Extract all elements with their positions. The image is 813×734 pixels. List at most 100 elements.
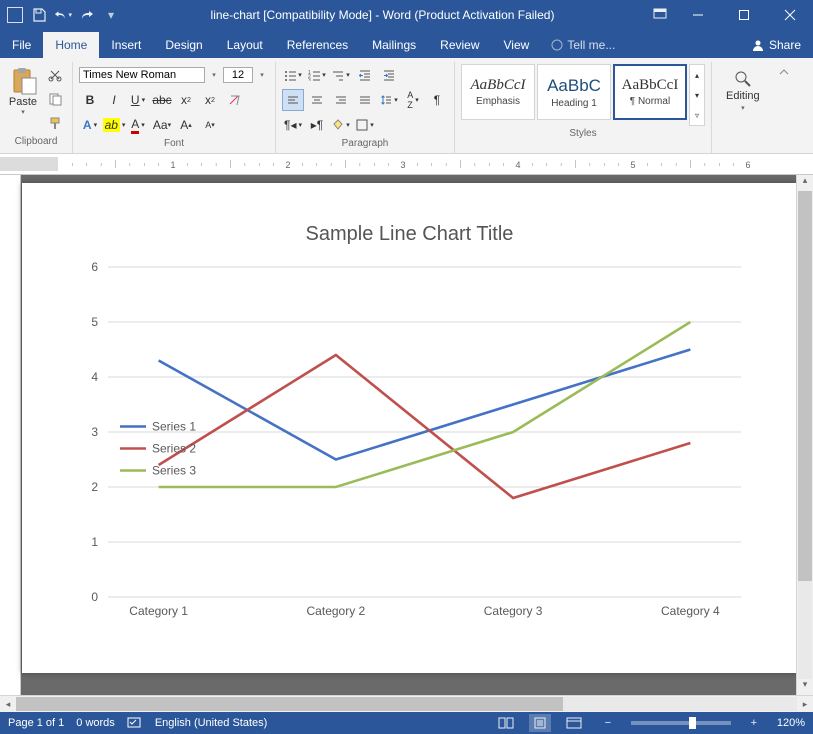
line-spacing-button[interactable] [378, 89, 400, 111]
font-size-drop[interactable]: ▾ [255, 64, 269, 86]
tab-layout[interactable]: Layout [215, 32, 275, 58]
minimize-button[interactable] [675, 0, 721, 30]
ruler-vertical[interactable] [0, 175, 21, 695]
zoom-thumb[interactable] [689, 717, 696, 729]
view-print-icon[interactable] [529, 714, 551, 732]
editing-label[interactable]: Editing [726, 90, 760, 102]
underline-button[interactable]: U [127, 89, 149, 111]
scroll-thumb-h[interactable] [16, 697, 563, 711]
ruler-horizontal[interactable]: 123456 [0, 154, 813, 175]
ltr-button[interactable]: ¶◂ [282, 114, 304, 136]
chart[interactable]: Sample Line Chart Title 0123456Category … [58, 223, 761, 643]
status-spellcheck-icon[interactable] [127, 717, 143, 729]
style-heading1[interactable]: AaBbC Heading 1 [537, 64, 611, 120]
font-name-input[interactable] [79, 67, 205, 83]
bold-button[interactable]: B [79, 89, 101, 111]
maximize-button[interactable] [721, 0, 767, 30]
zoom-out-button[interactable]: − [597, 714, 619, 732]
redo-icon[interactable] [78, 6, 96, 24]
format-painter-button[interactable] [44, 112, 66, 134]
tab-references[interactable]: References [275, 32, 360, 58]
svg-text:Category 2: Category 2 [307, 604, 366, 618]
find-icon [734, 70, 752, 88]
styles-more[interactable]: ▿ [690, 105, 704, 125]
share-button[interactable]: Share [739, 32, 813, 58]
chart-plot: 0123456Category 1Category 2Category 3Cat… [58, 257, 761, 637]
tab-view[interactable]: View [492, 32, 542, 58]
rtl-button[interactable]: ▸¶ [306, 114, 328, 136]
svg-text:6: 6 [91, 260, 98, 274]
multilevel-button[interactable] [330, 64, 352, 86]
clear-format-button[interactable] [223, 89, 245, 111]
outdent-button[interactable] [354, 64, 376, 86]
bullets-button[interactable] [282, 64, 304, 86]
zoom-in-button[interactable]: + [743, 714, 765, 732]
tab-file[interactable]: File [0, 32, 43, 58]
highlight-button[interactable]: ab [103, 114, 125, 136]
tab-mailings[interactable]: Mailings [360, 32, 428, 58]
subscript-button[interactable]: x2 [175, 89, 197, 111]
view-read-icon[interactable] [495, 714, 517, 732]
styles-label: Styles [569, 126, 596, 141]
tab-home[interactable]: Home [43, 32, 99, 58]
tab-review[interactable]: Review [428, 32, 491, 58]
tell-me[interactable]: Tell me... [541, 32, 625, 58]
tab-insert[interactable]: Insert [99, 32, 153, 58]
show-marks-button[interactable]: ¶ [426, 89, 448, 111]
document-page[interactable]: Sample Line Chart Title 0123456Category … [22, 183, 797, 673]
ribbon: Paste ▾ Clipboard ▾ ▾ B I U abc [0, 58, 813, 154]
justify-button[interactable] [354, 89, 376, 111]
italic-button[interactable]: I [103, 89, 125, 111]
copy-button[interactable] [44, 88, 66, 110]
style-preview: AaBbC [547, 76, 601, 96]
ribbon-options-icon[interactable] [651, 6, 669, 24]
status-words[interactable]: 0 words [76, 717, 115, 729]
chart-title: Sample Line Chart Title [58, 223, 761, 246]
shrink-font-button[interactable]: A▾ [199, 114, 221, 136]
style-emphasis[interactable]: AaBbCcI Emphasis [461, 64, 535, 120]
group-font: ▾ ▾ B I U abc x2 x2 A ab A Aa▾ A▴ A▾ [73, 62, 276, 153]
numbering-button[interactable]: 123 [306, 64, 328, 86]
status-page[interactable]: Page 1 of 1 [8, 717, 64, 729]
undo-icon[interactable] [54, 6, 72, 24]
grow-font-button[interactable]: A▴ [175, 114, 197, 136]
svg-text:Category 4: Category 4 [661, 604, 720, 618]
text-effects-button[interactable]: A [79, 114, 101, 136]
tab-design[interactable]: Design [153, 32, 214, 58]
svg-text:0: 0 [91, 590, 98, 604]
paste-button[interactable]: Paste ▾ [6, 64, 40, 118]
align-center-button[interactable] [306, 89, 328, 111]
status-language[interactable]: English (United States) [155, 717, 268, 729]
cut-button[interactable] [44, 64, 66, 86]
zoom-level[interactable]: 120% [777, 717, 805, 729]
borders-button[interactable] [354, 114, 376, 136]
align-right-button[interactable] [330, 89, 352, 111]
scrollbar-horizontal[interactable]: ◂ ▸ [0, 695, 813, 712]
style-preview: AaBbCcI [471, 77, 526, 94]
font-label: Font [164, 136, 184, 151]
font-size-input[interactable] [223, 67, 253, 83]
zoom-slider[interactable] [631, 721, 731, 725]
styles-up[interactable]: ▴ [690, 65, 704, 85]
scrollbar-vertical[interactable]: ▴ ▾ [796, 175, 813, 695]
align-left-button[interactable] [282, 89, 304, 111]
change-case-button[interactable]: Aa▾ [151, 114, 173, 136]
save-icon[interactable] [30, 6, 48, 24]
qat-customize-icon[interactable]: ▾ [102, 6, 120, 24]
strike-button[interactable]: abc [151, 89, 173, 111]
font-name-drop[interactable]: ▾ [207, 64, 221, 86]
shading-button[interactable] [330, 114, 352, 136]
style-normal[interactable]: AaBbCcI ¶ Normal [613, 64, 687, 120]
view-web-icon[interactable] [563, 714, 585, 732]
scroll-thumb-v[interactable] [798, 191, 812, 581]
indent-button[interactable] [378, 64, 400, 86]
superscript-button[interactable]: x2 [199, 89, 221, 111]
styles-down[interactable]: ▾ [690, 85, 704, 105]
font-color-button[interactable]: A [127, 114, 149, 136]
collapse-ribbon-button[interactable] [774, 62, 794, 153]
sort-button[interactable]: AZ [402, 89, 424, 111]
svg-text:2: 2 [285, 160, 290, 170]
statusbar: Page 1 of 1 0 words English (United Stat… [0, 712, 813, 734]
close-button[interactable] [767, 0, 813, 30]
group-styles: AaBbCcI Emphasis AaBbC Heading 1 AaBbCcI… [455, 62, 712, 153]
